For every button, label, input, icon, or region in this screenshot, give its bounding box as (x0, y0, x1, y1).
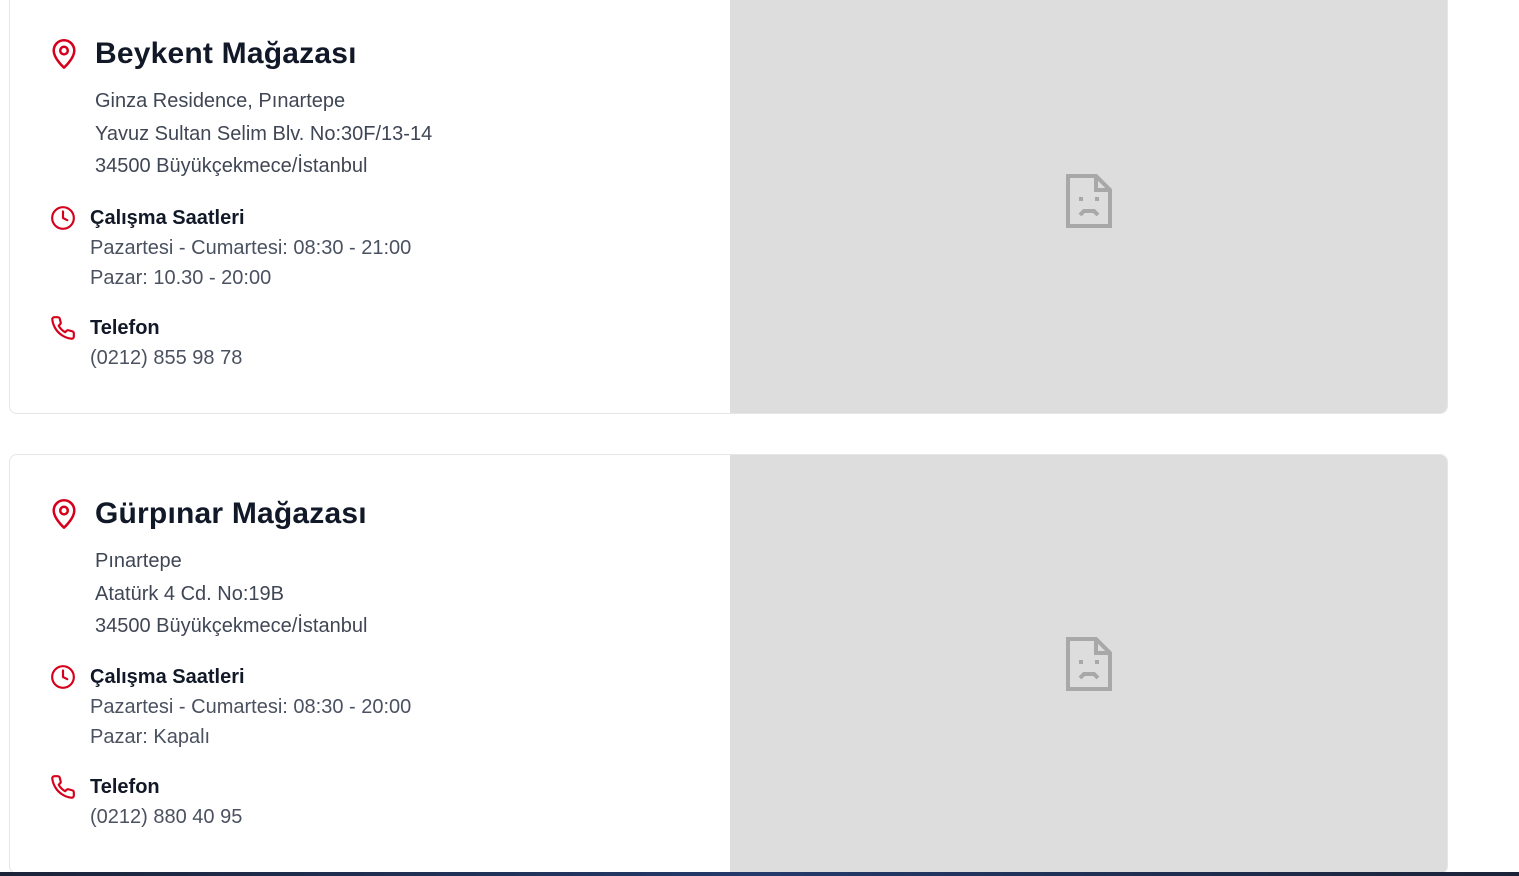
clock-icon (51, 206, 75, 230)
broken-image-icon (1065, 637, 1112, 691)
store-name: Gürpınar Mağazası (95, 497, 367, 530)
address-line: Yavuz Sultan Selim Blv. No:30F/13-14 (95, 122, 433, 145)
store-address: Pınartepe Atatürk 4 Cd. No:19B 34500 Büy… (95, 545, 367, 643)
working-hours-section: Çalışma Saatleri Pazartesi - Cumartesi: … (50, 203, 411, 293)
working-hours-line: Pazar: Kapalı (90, 726, 211, 748)
address-line: 34500 Büyükçekmece/İstanbul (95, 155, 368, 177)
working-hours-label: Çalışma Saatleri (90, 666, 245, 688)
store-map[interactable] (730, 0, 1447, 413)
phone-number[interactable]: (0212) 880 40 95 (90, 802, 242, 832)
phone-label: Telefon (90, 317, 160, 339)
phone-number[interactable]: (0212) 855 98 78 (90, 343, 242, 373)
store-info: Gürpınar Mağazası Pınartepe Atatürk 4 Cd… (10, 455, 730, 873)
store-card: Beykent Mağazası Ginza Residence, Pınart… (9, 0, 1448, 414)
broken-image-icon (1065, 174, 1112, 228)
phone-section: Telefon (0212) 855 98 78 (50, 313, 242, 373)
store-address: Ginza Residence, Pınartepe Yavuz Sultan … (95, 85, 432, 183)
store-map[interactable] (730, 455, 1447, 873)
bottom-edge-bar (0, 872, 1519, 876)
working-hours-section: Çalışma Saatleri Pazartesi - Cumartesi: … (50, 662, 411, 752)
address-line: Ginza Residence, Pınartepe (95, 90, 346, 112)
phone-icon (51, 775, 75, 799)
address-line: Pınartepe (95, 550, 182, 572)
store-title: Gürpınar Mağazası (50, 497, 367, 531)
store-card: Gürpınar Mağazası Pınartepe Atatürk 4 Cd… (9, 454, 1448, 874)
working-hours-line: Pazar: 10.30 - 20:00 (90, 267, 272, 289)
store-info: Beykent Mağazası Ginza Residence, Pınart… (10, 0, 730, 413)
phone-label: Telefon (90, 776, 160, 798)
store-locator-page: Beykent Mağazası Ginza Residence, Pınart… (0, 0, 1519, 876)
working-hours-line: Pazartesi - Cumartesi: 08:30 - 21:00 (90, 237, 412, 259)
phone-section: Telefon (0212) 880 40 95 (50, 772, 242, 832)
address-line: 34500 Büyükçekmece/İstanbul (95, 615, 368, 637)
phone-icon (51, 316, 75, 340)
map-pin-icon (52, 499, 76, 529)
working-hours-line: Pazartesi - Cumartesi: 08:30 - 20:00 (90, 696, 412, 718)
store-title: Beykent Mağazası (50, 37, 357, 71)
address-line: Atatürk 4 Cd. No:19B (95, 582, 284, 605)
clock-icon (51, 665, 75, 689)
map-pin-icon (52, 39, 76, 69)
working-hours-label: Çalışma Saatleri (90, 207, 245, 229)
store-name: Beykent Mağazası (95, 37, 357, 70)
